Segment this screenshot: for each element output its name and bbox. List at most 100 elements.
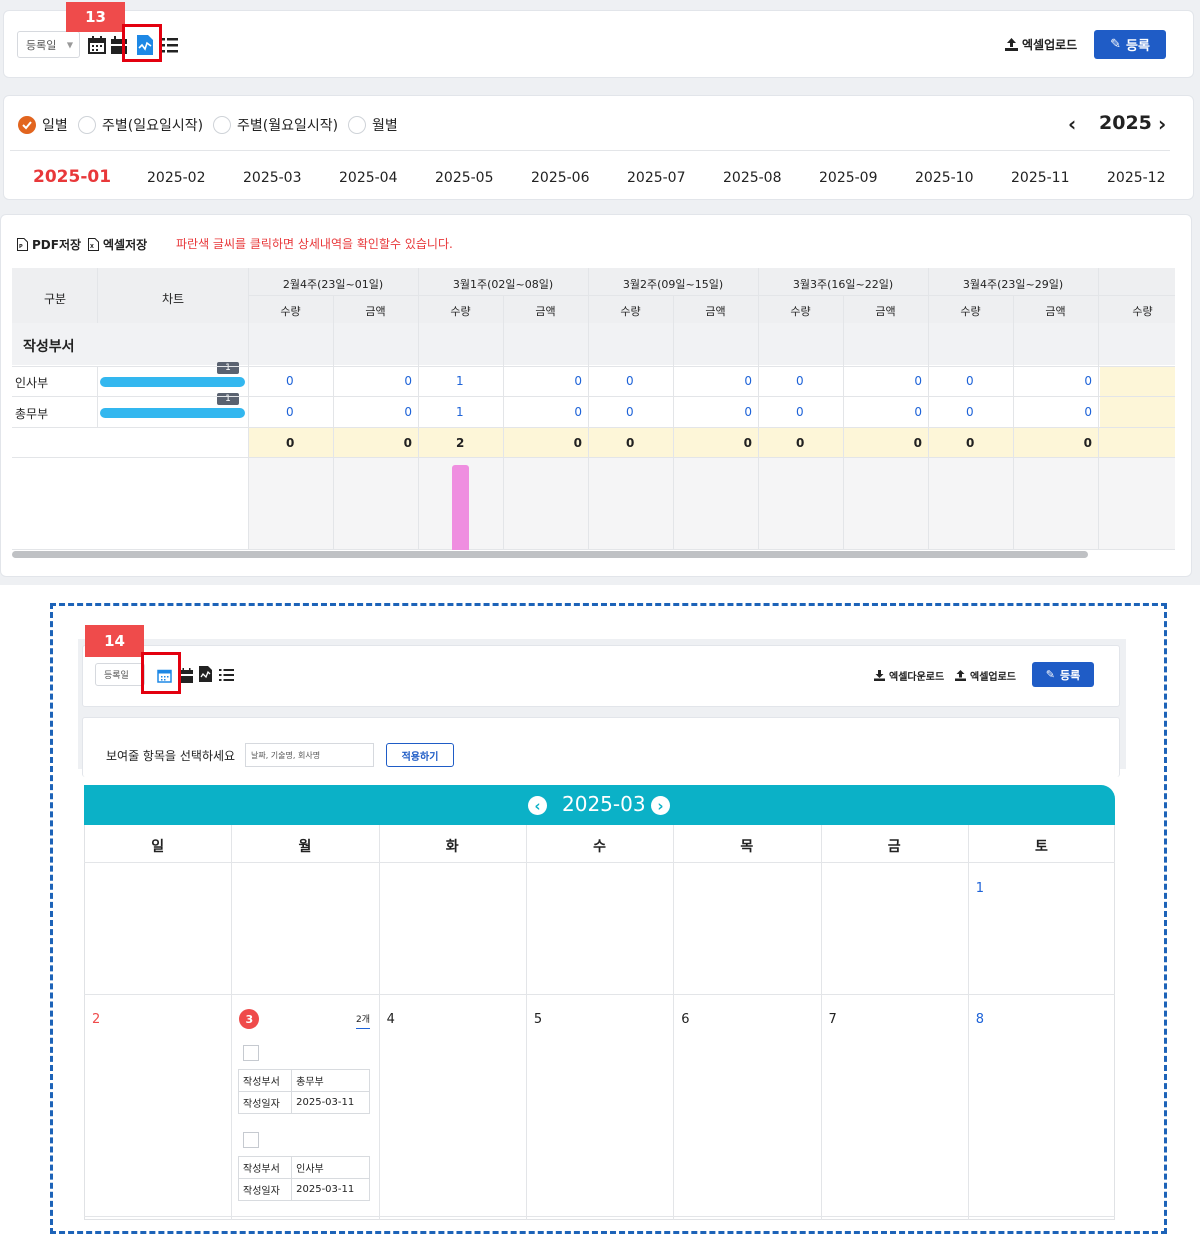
section-title: 작성부서 — [23, 339, 75, 355]
grid-line — [588, 268, 589, 550]
month-tab-2025-05[interactable]: 2025-05 — [435, 170, 494, 186]
calendar-day[interactable]: 7 — [829, 1012, 837, 1027]
month-tab-2025-08[interactable]: 2025-08 — [723, 170, 782, 186]
prev-month-button[interactable]: ‹ — [528, 796, 547, 815]
grid-line — [525, 825, 527, 1220]
row-value-link[interactable]: 1 — [456, 405, 464, 419]
list-icon[interactable] — [218, 666, 235, 684]
excel-save-button[interactable]: X 엑셀저장 — [88, 236, 147, 253]
month-tab-2025-09[interactable]: 2025-09 — [819, 170, 878, 186]
row-value-link[interactable]: 0 — [796, 405, 804, 419]
excel-upload-button[interactable]: 엑셀업로드 — [955, 668, 1016, 683]
excel-download-label: 엑셀다운로드 — [889, 672, 945, 683]
radio-monthly[interactable]: 월별 — [348, 115, 398, 135]
calendar-day[interactable]: 2 — [92, 1012, 100, 1027]
event-card[interactable]: 작성부서 총무부 작성일자 2025-03-11 — [237, 1069, 370, 1114]
calendar-day[interactable]: 8 — [976, 1012, 984, 1027]
calendar-day[interactable]: 4 — [387, 1012, 395, 1027]
next-month-button[interactable]: › — [651, 796, 670, 815]
calendar-day[interactable]: 6 — [681, 1012, 689, 1027]
highlight-box — [141, 652, 181, 694]
grid-line — [84, 994, 1115, 995]
row-value-link[interactable]: 0 — [673, 405, 752, 419]
calendar-day[interactable]: 1 — [976, 881, 984, 896]
notice-text: 파란색 글씨를 클릭하면 상세내역을 확인할수 있습니다. — [176, 237, 453, 251]
row-value-link[interactable]: 0 — [286, 374, 294, 388]
calendar-day[interactable]: 5 — [534, 1012, 542, 1027]
month-tab-2025-04[interactable]: 2025-04 — [339, 170, 398, 186]
register-button[interactable]: ✎ 등록 — [1032, 662, 1094, 687]
prev-year-button[interactable]: ‹ — [1068, 112, 1076, 136]
event-count-link[interactable]: 2개 — [356, 1012, 371, 1029]
qty-header: 수량 — [450, 305, 471, 318]
row-value-link[interactable]: 0 — [626, 405, 634, 419]
excel-download-button[interactable]: 엑셀다운로드 — [874, 668, 944, 683]
apply-button[interactable]: 적용하기 — [386, 743, 454, 767]
month-tab-2025-06[interactable]: 2025-06 — [531, 170, 590, 186]
row-label: 총무부 — [15, 407, 49, 421]
weekday-header: 수 — [593, 839, 606, 855]
radio-weekly-monday-label: 주별(월요일시작) — [237, 118, 339, 134]
list-icon[interactable] — [161, 35, 179, 55]
weekday-header: 목 — [740, 839, 754, 855]
row-value-link[interactable]: 0 — [796, 374, 804, 388]
row-value-link[interactable]: 0 — [966, 374, 974, 388]
grid-line — [1013, 323, 1014, 366]
chart-area-bg — [248, 457, 1175, 550]
row-value-link[interactable]: 0 — [843, 405, 922, 419]
event-card[interactable]: 작성부서 인사부 작성일자 2025-03-11 — [237, 1156, 370, 1201]
month-tab-2025-11[interactable]: 2025-11 — [1011, 170, 1070, 186]
total-value: 0 — [403, 436, 412, 450]
month-tab-2025-01[interactable]: 2025-01 — [33, 167, 111, 187]
row-value-link[interactable]: 0 — [626, 374, 634, 388]
month-tab-2025-10[interactable]: 2025-10 — [915, 170, 974, 186]
col-chart-header: 차트 — [162, 292, 185, 306]
row-value-link[interactable]: 0 — [1013, 405, 1092, 419]
grid-line — [588, 323, 589, 366]
row-value-link[interactable]: 0 — [333, 374, 412, 388]
weekday-header: 월 — [298, 839, 312, 855]
month-tab-2025-12[interactable]: 2025-12 — [1107, 170, 1166, 186]
event-checkbox[interactable] — [243, 1132, 259, 1148]
grid-line — [248, 268, 249, 550]
check-icon — [18, 116, 36, 134]
date-type-select[interactable]: 등록일 ▼ — [17, 31, 80, 58]
row-value-link[interactable]: 0 — [333, 405, 412, 419]
month-tab-2025-02[interactable]: 2025-02 — [147, 170, 206, 186]
event-checkbox[interactable] — [243, 1045, 259, 1061]
row-value-link[interactable]: 0 — [1013, 374, 1092, 388]
radio-weekly-sunday[interactable]: 주별(일요일시작) — [78, 115, 203, 135]
radio-daily[interactable]: 일별 — [18, 115, 68, 135]
month-tab-2025-03[interactable]: 2025-03 — [243, 170, 302, 186]
pdf-save-button[interactable]: P PDF저장 — [17, 236, 81, 253]
qty-header: 수량 — [1132, 305, 1153, 318]
radio-dot — [213, 116, 231, 134]
amt-header: 금액 — [875, 305, 896, 318]
qty-header: 수량 — [960, 305, 981, 318]
row-value-link[interactable]: 0 — [503, 374, 582, 388]
next-year-button[interactable]: › — [1158, 112, 1166, 136]
excel-upload-button[interactable]: 엑셀업로드 — [1005, 36, 1077, 53]
chart-report-icon[interactable] — [198, 665, 213, 683]
radio-weekly-monday[interactable]: 주별(월요일시작) — [213, 115, 338, 135]
bottom-date-type-select[interactable]: 등록일 — [95, 663, 145, 686]
month-tab-2025-07[interactable]: 2025-07 — [627, 170, 686, 186]
register-button[interactable]: ✎ 등록 — [1094, 30, 1166, 59]
calendar-week-icon[interactable] — [179, 666, 194, 684]
row-value-link[interactable]: 0 — [286, 405, 294, 419]
amt-header: 금액 — [705, 305, 726, 318]
row-value-link[interactable]: 1 — [456, 374, 464, 388]
grid-line — [967, 825, 969, 1220]
row-value-link[interactable]: 0 — [843, 374, 922, 388]
row-value-link[interactable]: 0 — [966, 405, 974, 419]
calendar-icon[interactable] — [87, 35, 107, 55]
grid-line — [418, 268, 419, 550]
filter-input[interactable]: 날짜, 기술명, 회사명 — [245, 743, 374, 767]
total-value: 0 — [966, 436, 975, 450]
event-value: 2025-03-11 — [291, 1091, 370, 1114]
qty-header: 수량 — [280, 305, 301, 318]
grid-line — [231, 825, 233, 1220]
row-value-link[interactable]: 0 — [673, 374, 752, 388]
horizontal-scrollbar[interactable] — [12, 551, 1088, 558]
row-value-link[interactable]: 0 — [503, 405, 582, 419]
